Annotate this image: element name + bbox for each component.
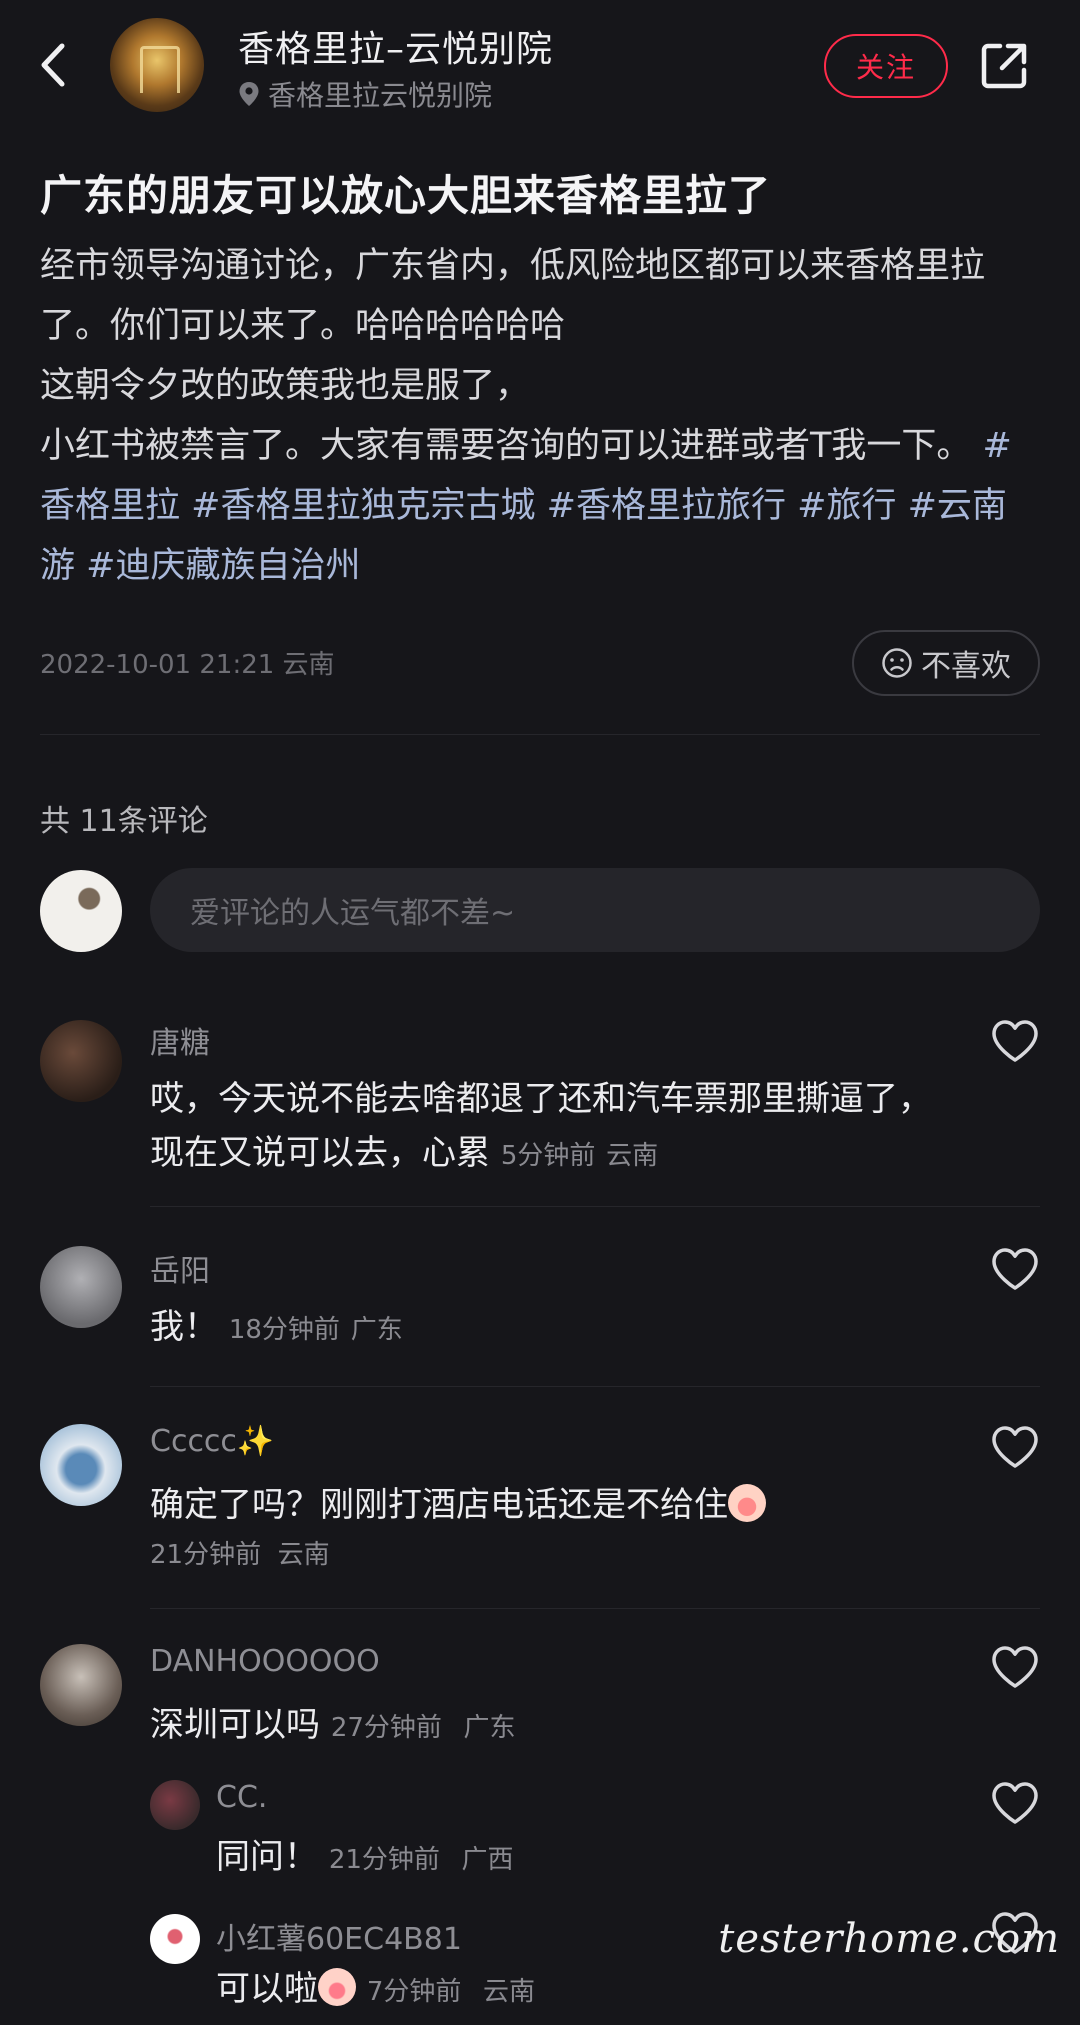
heart-icon — [992, 1646, 1038, 1688]
post-date-location: 2022-10-01 21:21 云南 — [40, 650, 335, 680]
author-avatar[interactable] — [110, 18, 204, 112]
my-avatar — [40, 870, 122, 952]
blushing-face-emoji-icon — [318, 1968, 356, 2006]
comment-text[interactable]: 哎，今天说不能去啥都退了还和汽车票那里撕逼了，现在又说可以去，心累 5分钟前 云… — [150, 1072, 950, 1183]
replier-name[interactable]: 小红薯60EC4B81 — [216, 1914, 462, 1958]
hashtag[interactable]: #旅行 — [797, 486, 896, 526]
sad-face-icon — [882, 648, 912, 678]
commenter-name[interactable]: DANHOOOOOO — [150, 1644, 380, 1679]
comment-time: 18分钟前 — [228, 1315, 340, 1345]
comment-region: 广东 — [350, 1315, 403, 1345]
comment-meta: 21分钟前 云南 — [150, 1534, 330, 1571]
commenter-name[interactable]: 岳阳 — [150, 1246, 210, 1290]
commenter-avatar[interactable] — [40, 1644, 122, 1726]
location-tag[interactable]: 香格里拉云悦别院 — [238, 74, 492, 114]
reply-time: 21分钟前 — [328, 1845, 440, 1875]
comment-region: 云南 — [606, 1141, 659, 1171]
comment-count: 共 11条评论 — [40, 804, 208, 839]
reply-text[interactable]: 同问！ 21分钟前 广西 — [216, 1830, 514, 1887]
replier-avatar[interactable] — [150, 1780, 200, 1830]
heart-icon — [992, 1020, 1038, 1062]
comment-time: 27分钟前 — [330, 1713, 442, 1743]
like-button[interactable] — [990, 1018, 1040, 1064]
comment-input[interactable]: 爱评论的人运气都不差~ — [150, 868, 1040, 952]
share-button[interactable] — [976, 38, 1032, 94]
dislike-label: 不喜欢 — [921, 649, 1011, 684]
hashtag[interactable]: #迪庆藏族自治州 — [86, 546, 360, 586]
reply-time: 7分钟前 — [366, 1977, 462, 2007]
replier-name[interactable]: CC. — [216, 1780, 267, 1815]
comment-text[interactable]: 确定了吗？刚刚打酒店电话还是不给住 — [150, 1478, 766, 1532]
commenter-avatar[interactable] — [40, 1246, 122, 1328]
watermark: testerhome.com — [718, 1916, 1060, 1962]
like-button[interactable] — [990, 1424, 1040, 1470]
comment-region: 广东 — [463, 1713, 516, 1743]
reply-region: 广西 — [461, 1845, 514, 1875]
crying-face-emoji-icon — [728, 1484, 766, 1522]
replier-avatar[interactable] — [150, 1914, 200, 1964]
author-name[interactable]: 香格里拉–云悦别院 — [238, 20, 553, 72]
dislike-button[interactable]: 不喜欢 — [852, 630, 1040, 696]
heart-icon — [992, 1782, 1038, 1824]
comment-region: 云南 — [277, 1540, 330, 1570]
hashtag[interactable]: #香格里拉旅行 — [547, 486, 786, 526]
follow-button[interactable]: 关注 — [824, 34, 948, 98]
post-line: 经市领导沟通讨论，广东省内，低风险地区都可以来香格里拉了。你们可以来了。哈哈哈哈… — [40, 246, 986, 346]
comment-text[interactable]: 深圳可以吗 27分钟前 广东 — [150, 1698, 516, 1755]
comment-text[interactable]: 我！ 18分钟前 广东 — [150, 1300, 403, 1357]
comment-time: 21分钟前 — [150, 1540, 262, 1570]
location-label: 香格里拉云悦别院 — [268, 79, 493, 112]
divider — [150, 1608, 1040, 1609]
like-button[interactable] — [990, 1780, 1040, 1826]
divider — [40, 734, 1040, 735]
back-button[interactable] — [28, 30, 78, 100]
location-pin-icon — [238, 81, 260, 107]
like-button[interactable] — [990, 1246, 1040, 1292]
post-body: 经市领导沟通讨论，广东省内，低风险地区都可以来香格里拉了。你们可以来了。哈哈哈哈… — [40, 236, 1040, 596]
reply-region: 云南 — [482, 1977, 535, 2007]
post-line: 小红书被禁言了。大家有需要咨询的可以进群或者T我一下。 #香格里拉 #香格里拉独… — [40, 426, 1012, 586]
post-line: 这朝令夕改的政策我也是服了， — [40, 366, 531, 406]
divider — [150, 1206, 1040, 1207]
reply-text[interactable]: 可以啦 7分钟前 云南 — [216, 1962, 535, 2019]
chevron-left-icon — [41, 43, 65, 87]
divider — [150, 1386, 1040, 1387]
commenter-avatar[interactable] — [40, 1020, 122, 1102]
commenter-name[interactable]: 唐糖 — [150, 1018, 210, 1062]
like-button[interactable] — [990, 1644, 1040, 1690]
hashtag[interactable]: #香格里拉独克宗古城 — [191, 486, 535, 526]
heart-icon — [992, 1248, 1038, 1290]
commenter-avatar[interactable] — [40, 1424, 122, 1506]
post-title: 广东的朋友可以放心大胆来香格里拉了 — [40, 171, 772, 220]
commenter-name[interactable]: Ccccc✨ — [150, 1424, 274, 1459]
heart-icon — [992, 1426, 1038, 1468]
comment-time: 5分钟前 — [500, 1141, 596, 1171]
share-icon — [981, 43, 1027, 89]
